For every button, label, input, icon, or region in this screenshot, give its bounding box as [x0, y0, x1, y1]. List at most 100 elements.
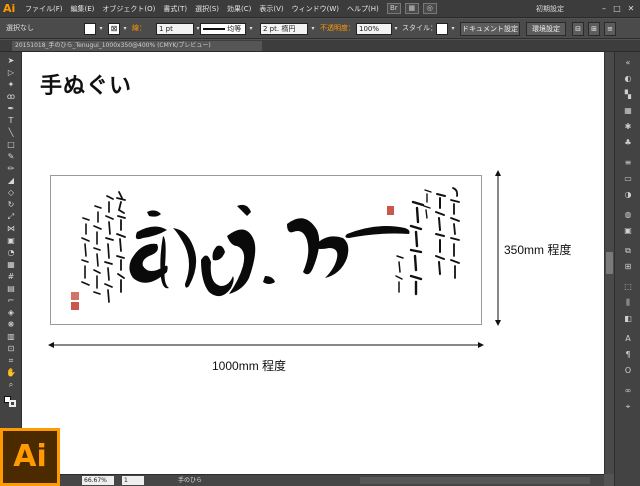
- document-tab[interactable]: 20151018_手のひら_Tenugui_1000x350@400% (CMY…: [12, 41, 262, 51]
- type-tool-icon[interactable]: T: [4, 116, 18, 126]
- sync-icon[interactable]: ◎: [422, 3, 437, 14]
- menu-effect[interactable]: 効果(C): [223, 4, 255, 14]
- menu-window[interactable]: ウィンドウ(W): [288, 4, 343, 14]
- menu-file[interactable]: ファイル(F): [21, 4, 67, 14]
- menu-view[interactable]: 表示(V): [255, 4, 287, 14]
- maximize-button[interactable]: □: [611, 3, 623, 14]
- opacity-label[interactable]: 不透明度：: [320, 23, 355, 33]
- close-button[interactable]: ✕: [625, 3, 637, 14]
- stroke-color-icon[interactable]: [9, 400, 16, 407]
- artboard-canvas[interactable]: 手ぬぐい 350mm 程度 1000mm 程度: [22, 52, 604, 474]
- menu-edit[interactable]: 編集(E): [67, 4, 99, 14]
- perspective-grid-tool-icon[interactable]: ▦: [4, 260, 18, 270]
- menu-bar: Ai ファイル(F) 編集(E) オブジェクト(O) 書式(T) 選択(S) 効…: [0, 0, 640, 18]
- transparency-panel-icon[interactable]: ◑: [622, 190, 634, 200]
- hand-tool-icon[interactable]: ✋: [4, 368, 18, 378]
- pencil-tool-icon[interactable]: ✏: [4, 164, 18, 174]
- layers-panel-icon[interactable]: ⧉: [622, 246, 634, 256]
- transform-panel-icon[interactable]: ⬚: [622, 282, 634, 292]
- tenugui-artwork[interactable]: [50, 175, 482, 325]
- stroke-swatch[interactable]: ⊠: [108, 23, 120, 35]
- zoom-field[interactable]: 66.67%: [82, 476, 114, 485]
- eraser-tool-icon[interactable]: ◇: [4, 188, 18, 198]
- stroke-profile-field[interactable]: 均等: [200, 23, 246, 35]
- zoom-tool-icon[interactable]: ⌕: [4, 380, 18, 390]
- graphic-styles-panel-icon[interactable]: ▣: [622, 226, 634, 236]
- blob-brush-tool-icon[interactable]: ◢: [4, 176, 18, 186]
- minimize-button[interactable]: –: [598, 3, 610, 14]
- graphic-style-dropdown-icon[interactable]: ▾: [449, 23, 457, 35]
- menu-select[interactable]: 選択(S): [191, 4, 223, 14]
- fill-dropdown-icon[interactable]: ▾: [97, 23, 105, 35]
- left-inscription: [81, 191, 126, 303]
- character-panel-icon[interactable]: A: [622, 334, 634, 344]
- status-bar: 66.67% 1 手のひら: [60, 474, 604, 486]
- workspace-switcher[interactable]: 初期設定: [532, 3, 596, 15]
- paragraph-panel-icon[interactable]: ¶: [622, 350, 634, 360]
- blend-tool-icon[interactable]: ◈: [4, 308, 18, 318]
- fill-swatch[interactable]: [84, 23, 96, 35]
- preferences-button[interactable]: 環境設定: [526, 22, 566, 36]
- column-graph-tool-icon[interactable]: ▥: [4, 332, 18, 342]
- scale-tool-icon[interactable]: ⤢: [4, 212, 18, 222]
- navigator-panel-icon[interactable]: ⌖: [622, 402, 634, 412]
- graphic-style-swatch[interactable]: [436, 23, 448, 35]
- width-tool-icon[interactable]: ⋈: [4, 224, 18, 234]
- eyedropper-tool-icon[interactable]: ⌐: [4, 296, 18, 306]
- tools-panel: ➤ ▷ ✦ ꝏ ✒ T ╲ □ ✎ ✏ ◢ ◇ ↻ ⤢ ⋈ ▣ ◔ ▦ # ▤ …: [0, 52, 22, 432]
- rotate-tool-icon[interactable]: ↻: [4, 200, 18, 210]
- seal-stamp-left-2: [71, 292, 79, 300]
- selection-tool-icon[interactable]: ➤: [4, 56, 18, 66]
- brush-dropdown-icon[interactable]: ▾: [309, 23, 317, 35]
- bridge-icon[interactable]: Br: [386, 3, 401, 14]
- line-tool-icon[interactable]: ╲: [4, 128, 18, 138]
- gradient-tool-icon[interactable]: ▤: [4, 284, 18, 294]
- color-guide-icon[interactable]: ▚: [622, 90, 634, 100]
- lasso-tool-icon[interactable]: ꝏ: [4, 92, 18, 102]
- swatches-panel-icon[interactable]: ▦: [622, 106, 634, 116]
- align-panel-icon[interactable]: ⫼: [622, 298, 634, 308]
- rectangle-tool-icon[interactable]: □: [4, 140, 18, 150]
- artboard-tool-icon[interactable]: ⊡: [4, 344, 18, 354]
- magic-wand-tool-icon[interactable]: ✦: [4, 80, 18, 90]
- page-number-field[interactable]: 1: [122, 476, 144, 485]
- align-icon[interactable]: ⊟: [572, 22, 584, 36]
- artboards-panel-icon[interactable]: ⊞: [622, 262, 634, 272]
- symbols-panel-icon[interactable]: ♣: [622, 138, 634, 148]
- menu-type[interactable]: 書式(T): [159, 4, 191, 14]
- free-transform-tool-icon[interactable]: ▣: [4, 236, 18, 246]
- pen-tool-icon[interactable]: ✒: [4, 104, 18, 114]
- stroke-profile-dropdown-icon[interactable]: ▾: [247, 23, 255, 35]
- horizontal-scrollbar[interactable]: [360, 477, 590, 484]
- symbol-sprayer-tool-icon[interactable]: ❋: [4, 320, 18, 330]
- illustrator-window: Ai ファイル(F) 編集(E) オブジェクト(O) 書式(T) 選択(S) 効…: [0, 0, 640, 486]
- menu-object[interactable]: オブジェクト(O): [98, 4, 159, 14]
- panel-menu-icon[interactable]: ≡: [604, 22, 616, 36]
- vertical-scroll-thumb[interactable]: [606, 252, 613, 274]
- mesh-tool-icon[interactable]: #: [4, 272, 18, 282]
- pathfinder-panel-icon[interactable]: ◧: [622, 314, 634, 324]
- opacity-field[interactable]: 100%: [356, 23, 392, 35]
- transform-icon[interactable]: ⊞: [588, 22, 600, 36]
- opentype-panel-icon[interactable]: O: [622, 366, 634, 376]
- menu-help[interactable]: ヘルプ(H): [343, 4, 383, 14]
- document-settings-button[interactable]: ドキュメント設定: [460, 22, 520, 36]
- shape-builder-tool-icon[interactable]: ◔: [4, 248, 18, 258]
- stroke-panel-icon[interactable]: ≡: [622, 158, 634, 168]
- arrange-icon[interactable]: ▦: [404, 3, 419, 14]
- gradient-panel-icon[interactable]: ▭: [622, 174, 634, 184]
- direct-selection-tool-icon[interactable]: ▷: [4, 68, 18, 78]
- paintbrush-tool-icon[interactable]: ✎: [4, 152, 18, 162]
- brush-field[interactable]: 2 pt. 楕円: [260, 23, 308, 35]
- collapse-panels-icon[interactable]: «: [622, 58, 634, 68]
- color-panel-icon[interactable]: ◐: [622, 74, 634, 84]
- vertical-scrollbar[interactable]: [604, 52, 614, 474]
- brushes-panel-icon[interactable]: ✱: [622, 122, 634, 132]
- stroke-label[interactable]: 線：: [132, 23, 146, 33]
- slice-tool-icon[interactable]: ⌗: [4, 356, 18, 366]
- stroke-width-field[interactable]: 1 pt: [156, 23, 194, 35]
- appearance-panel-icon[interactable]: ◍: [622, 210, 634, 220]
- stroke-dropdown-icon[interactable]: ▾: [121, 23, 129, 35]
- opacity-dropdown-icon[interactable]: ▾: [392, 23, 400, 35]
- links-panel-icon[interactable]: ∞: [622, 386, 634, 396]
